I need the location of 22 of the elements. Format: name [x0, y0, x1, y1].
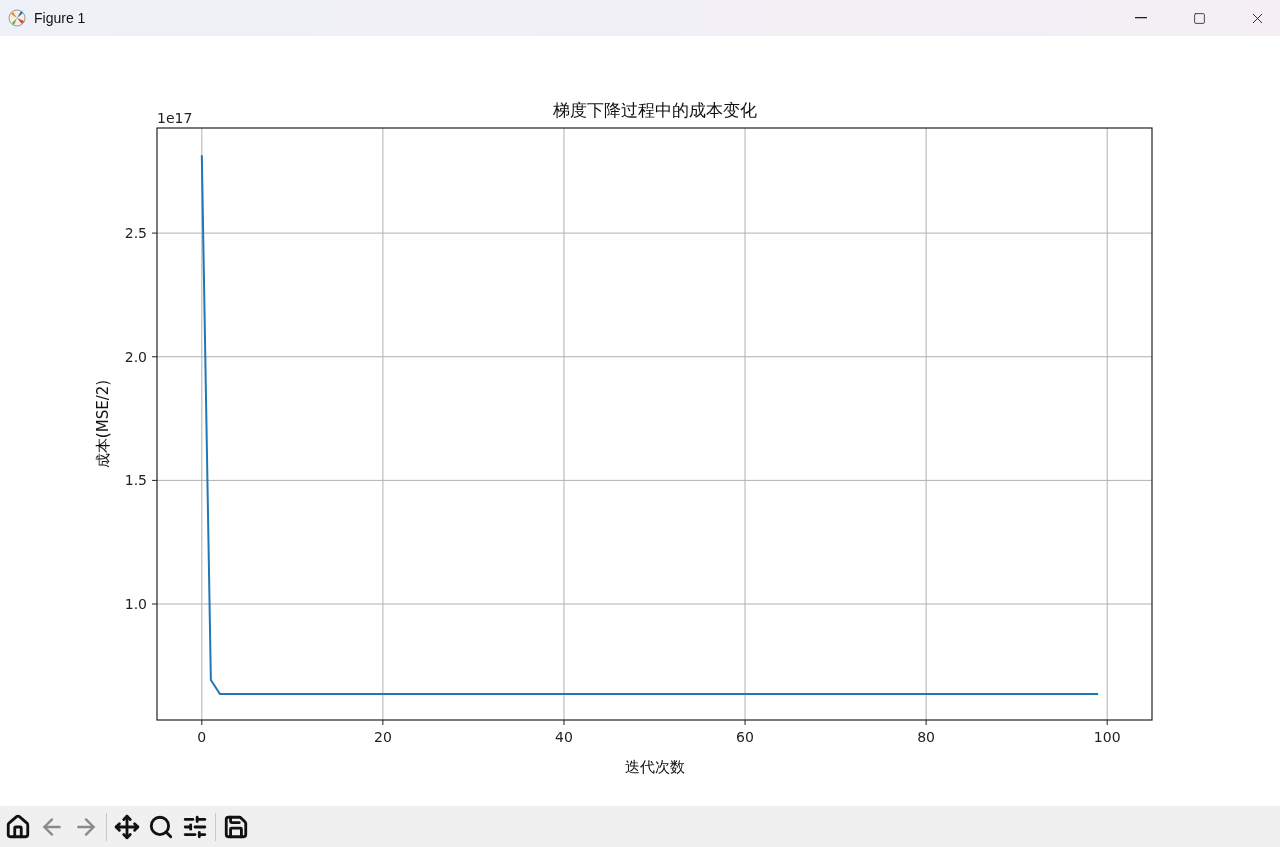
x-tick-label: 40	[555, 729, 573, 745]
y-tick-label: 1.5	[124, 472, 147, 489]
app-logo-icon	[8, 9, 26, 27]
y-tick-label: 2.0	[124, 348, 147, 365]
y-axis-label: 成本(MSE/2)	[94, 379, 112, 469]
x-tick-label: 100	[1093, 729, 1121, 745]
y-tick-label: 2.5	[124, 225, 147, 242]
magnifier-icon	[148, 813, 174, 840]
x-tick-label: 0	[197, 729, 207, 745]
y-tick-label: 1.0	[124, 596, 147, 612]
x-axis-label: 迭代次数	[624, 758, 685, 776]
axis-offset-text: 1e17	[157, 110, 193, 126]
sliders-icon	[182, 813, 208, 840]
window-title: Figure 1	[34, 10, 87, 26]
chart-title: 梯度下降过程中的成本变化	[552, 100, 757, 120]
move-arrows-icon	[114, 813, 140, 840]
minimize-icon	[1135, 17, 1147, 19]
x-tick-label: 80	[917, 729, 935, 745]
x-tick-label: 60	[736, 729, 754, 745]
x-tick-label: 20	[374, 729, 392, 745]
home-icon	[5, 813, 31, 840]
maximize-icon	[1192, 11, 1206, 25]
